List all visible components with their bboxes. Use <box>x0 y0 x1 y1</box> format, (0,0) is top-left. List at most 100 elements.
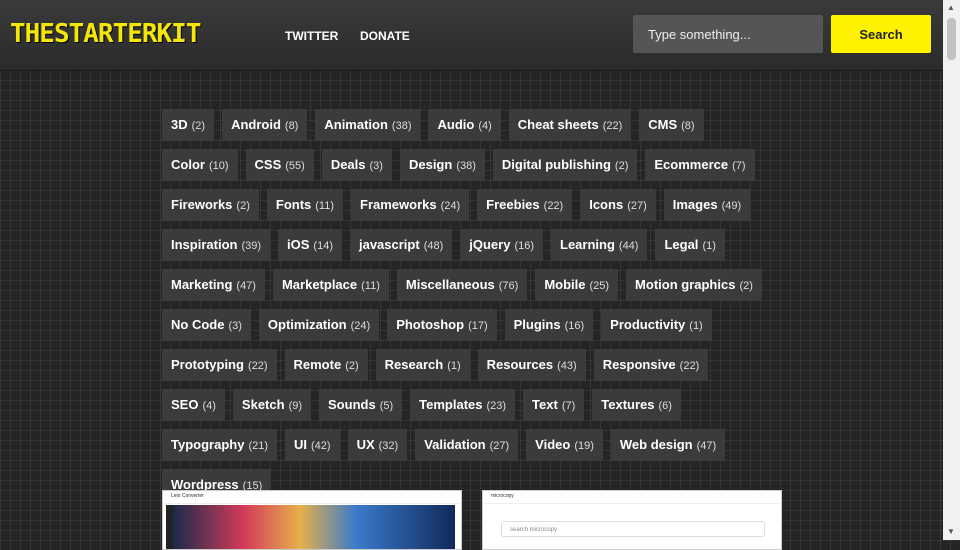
tag-link[interactable]: Productivity (1) <box>601 309 712 341</box>
tag-count: (23) <box>486 400 507 412</box>
tag-link[interactable]: Sounds (5) <box>319 389 403 421</box>
tag-count: (16) <box>514 240 534 252</box>
scroll-thumb[interactable] <box>947 18 956 60</box>
tag-count: (27) <box>489 440 510 452</box>
tag-link[interactable]: SEO (4) <box>162 389 225 421</box>
tag-link[interactable]: Marketing (47) <box>162 269 265 301</box>
tag-link[interactable]: Legal (1) <box>655 229 725 261</box>
tag-link[interactable]: Color (10) <box>162 149 238 181</box>
tag-label: CMS <box>648 117 678 132</box>
tag-link[interactable]: Responsive (22) <box>593 349 709 381</box>
tag-count: (1) <box>702 240 716 252</box>
tag-link[interactable]: Optimization (24) <box>258 309 380 341</box>
tag-link[interactable]: javascript (48) <box>349 229 453 261</box>
tag-link[interactable]: Validation (27) <box>415 429 519 461</box>
tag-link[interactable]: Textures (6) <box>592 389 681 421</box>
tag-count: (6) <box>658 400 672 412</box>
tag-count: (2) <box>739 280 753 292</box>
tag-count: (49) <box>721 200 742 212</box>
tag-link[interactable]: CSS (55) <box>245 149 314 181</box>
tag-label: Optimization <box>267 317 347 332</box>
tag-label: iOS <box>287 237 310 252</box>
tag-count: (14) <box>313 240 333 252</box>
resource-card[interactable]: microcopy search microcopy <box>482 490 782 550</box>
tag-label: Web design <box>619 437 693 452</box>
tag-link[interactable]: Text (7) <box>523 389 585 421</box>
scroll-down-icon[interactable]: ▼ <box>947 527 955 537</box>
tag-link[interactable]: Fonts (11) <box>266 189 344 221</box>
card-thumbnail <box>173 505 455 549</box>
tag-label: No Code <box>171 317 225 332</box>
tag-label: Audio <box>437 117 475 132</box>
resource-card[interactable]: Leio Converter <box>162 490 462 550</box>
tag-label: SEO <box>171 397 199 412</box>
tag-link[interactable]: Motion graphics (2) <box>626 269 762 301</box>
tag-link[interactable]: Resources (43) <box>477 349 586 381</box>
tag-link[interactable]: Deals (3) <box>321 149 392 181</box>
tag-link[interactable]: Templates (23) <box>410 389 516 421</box>
tag-link[interactable]: Typography (21) <box>162 429 277 461</box>
tag-link[interactable]: UI (42) <box>285 429 340 461</box>
tag-link[interactable]: Audio (4) <box>428 109 501 141</box>
tag-link[interactable]: UX (32) <box>347 429 408 461</box>
tag-link[interactable]: Cheat sheets (22) <box>508 109 632 141</box>
tag-count: (76) <box>498 280 519 292</box>
tag-count: (42) <box>311 440 331 452</box>
tag-label: Prototyping <box>171 357 244 372</box>
tag-link[interactable]: Digital publishing (2) <box>492 149 638 181</box>
tag-label: Android <box>231 117 281 132</box>
nav-twitter-link[interactable]: TWITTER <box>285 28 338 44</box>
tag-label: Mobile <box>544 277 586 292</box>
card-sidebar <box>166 505 173 549</box>
tag-link[interactable]: Learning (44) <box>551 229 648 261</box>
tag-link[interactable]: Miscellaneous (76) <box>396 269 528 301</box>
tag-link[interactable]: Plugins (16) <box>504 309 594 341</box>
tag-label: Inspiration <box>171 237 238 252</box>
tag-label: CSS <box>254 157 282 172</box>
card-brand: microcopy <box>491 493 514 499</box>
site-logo[interactable]: THESTARTERKIT <box>10 16 201 52</box>
tag-link[interactable]: 3D (2) <box>162 109 215 141</box>
search-input[interactable] <box>633 15 823 53</box>
page-scrollbar[interactable]: ▲ ▼ <box>943 0 960 540</box>
tag-label: Textures <box>601 397 655 412</box>
tag-link[interactable]: CMS (8) <box>639 109 704 141</box>
tag-count: (22) <box>679 360 700 372</box>
tag-cloud: 3D (2) Android (8) Animation (38) Audio (4) Chea… <box>162 109 782 509</box>
tag-link[interactable]: Frameworks (24) <box>351 189 470 221</box>
search-button[interactable]: Search <box>831 15 931 53</box>
tag-link[interactable]: Sketch (9) <box>232 389 312 421</box>
tag-label: Productivity <box>610 317 686 332</box>
tag-link[interactable]: Mobile (25) <box>535 269 619 301</box>
tag-link[interactable]: Photoshop (17) <box>387 309 497 341</box>
tag-link[interactable]: Video (19) <box>526 429 603 461</box>
tag-link[interactable]: Icons (27) <box>580 189 656 221</box>
tag-link[interactable]: Web design (47) <box>610 429 726 461</box>
tag-count: (24) <box>440 200 461 212</box>
tag-link[interactable]: Research (1) <box>375 349 470 381</box>
tag-count: (38) <box>456 160 476 172</box>
tag-link[interactable]: Freebies (22) <box>477 189 573 221</box>
card-topbar: microcopy <box>483 491 781 504</box>
tag-link[interactable]: Android (8) <box>222 109 308 141</box>
tag-link[interactable]: Ecommerce (7) <box>645 149 755 181</box>
tag-link[interactable]: iOS (14) <box>278 229 342 261</box>
tag-count: (1) <box>447 360 461 372</box>
nav-donate-link[interactable]: DONATE <box>360 28 410 44</box>
tag-link[interactable]: Prototyping (22) <box>162 349 277 381</box>
tag-link[interactable]: Remote (2) <box>284 349 368 381</box>
tag-count: (10) <box>208 160 229 172</box>
tag-link[interactable]: Images (49) <box>663 189 751 221</box>
tag-link[interactable]: jQuery (16) <box>460 229 543 261</box>
scroll-up-icon[interactable]: ▲ <box>947 3 955 13</box>
tag-link[interactable]: Animation (38) <box>315 109 421 141</box>
tag-label: Animation <box>324 117 388 132</box>
tag-count: (3) <box>369 160 383 172</box>
tag-link[interactable]: No Code (3) <box>162 309 251 341</box>
tag-count: (19) <box>574 440 594 452</box>
tag-link[interactable]: Inspiration (39) <box>162 229 271 261</box>
tag-label: jQuery <box>469 237 511 252</box>
tag-link[interactable]: Fireworks (2) <box>162 189 259 221</box>
tag-link[interactable]: Marketplace (11) <box>272 269 389 301</box>
tag-link[interactable]: Design (38) <box>399 149 485 181</box>
